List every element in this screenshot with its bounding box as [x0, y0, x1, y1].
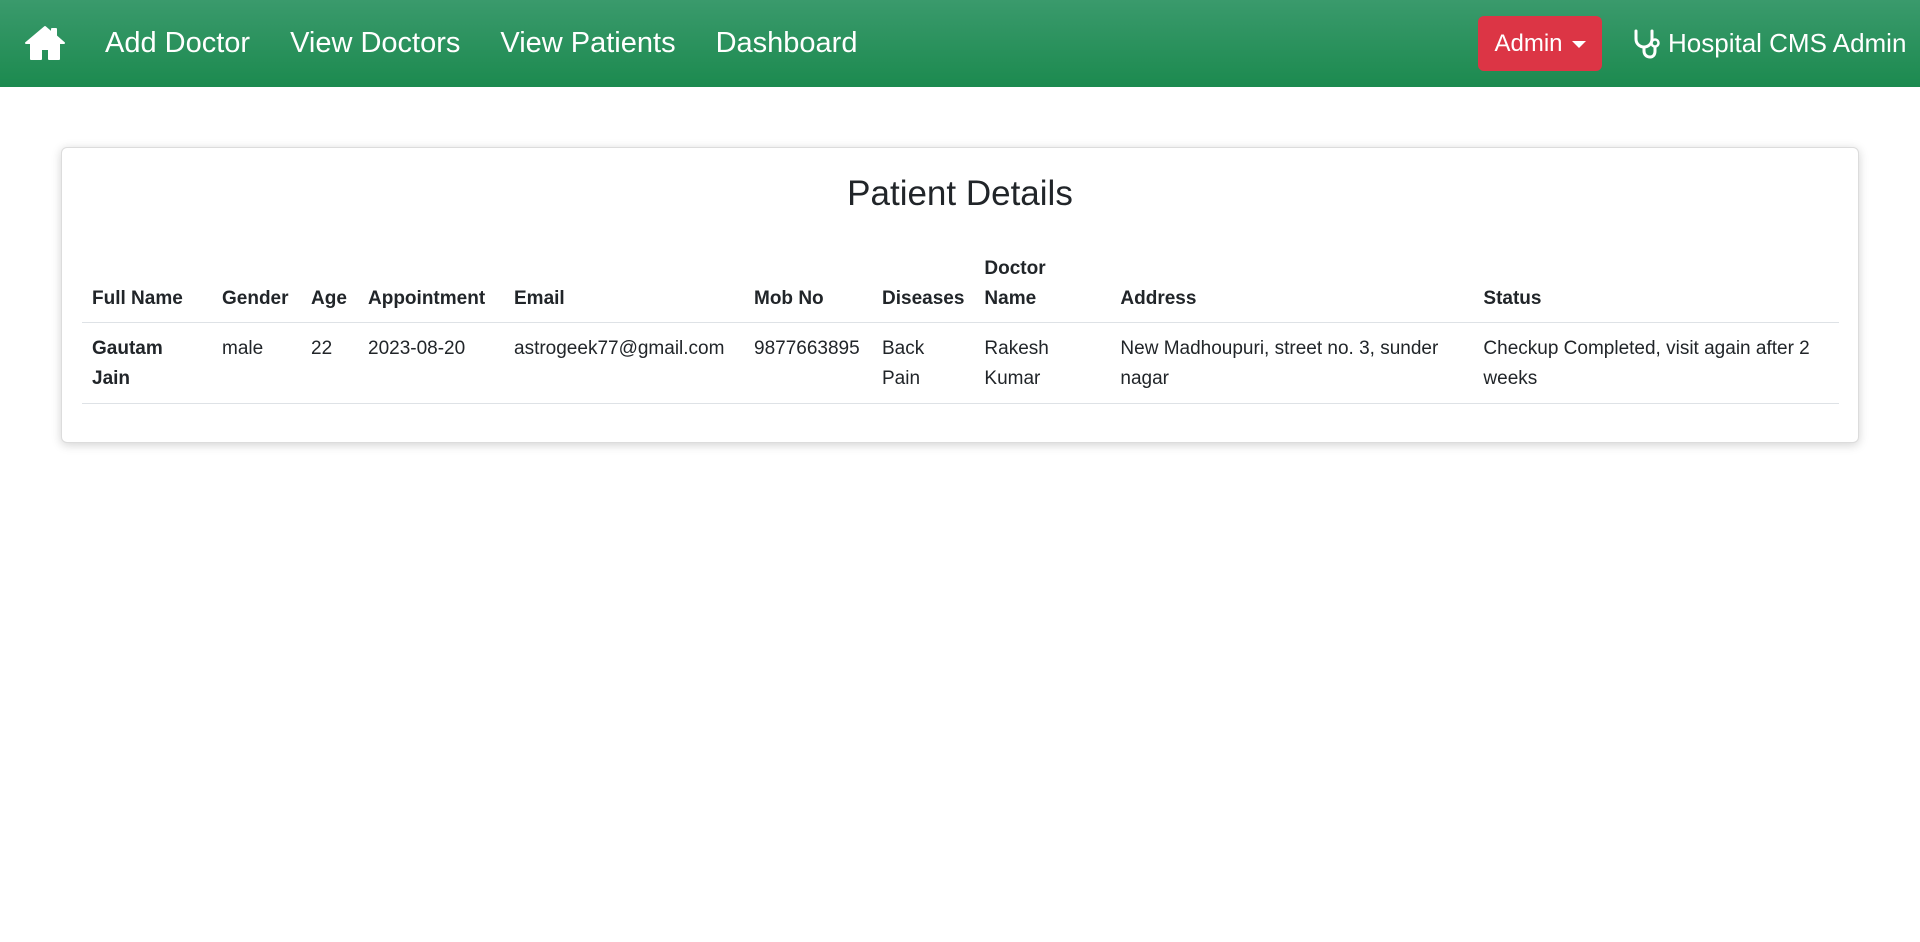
- top-navbar: Add Doctor View Doctors View Patients Da…: [0, 0, 1920, 87]
- admin-dropdown-button[interactable]: Admin: [1478, 16, 1602, 71]
- nav-add-doctor[interactable]: Add Doctor: [105, 27, 250, 60]
- cell-diseases: Back Pain: [872, 322, 975, 404]
- brand-label: Hospital CMS Admin: [1668, 28, 1907, 58]
- brand-link[interactable]: Hospital CMS Admin: [1632, 0, 1906, 87]
- cell-appointment: 2023-08-20: [358, 322, 504, 404]
- cell-status: Checkup Completed, visit again after 2 w…: [1473, 322, 1839, 404]
- header-mob-no: Mob No: [744, 248, 872, 323]
- table-row: Gautam Jain male 22 2023-08-20 astrogeek…: [82, 322, 1839, 404]
- header-diseases: Diseases: [872, 248, 975, 323]
- header-address: Address: [1110, 248, 1474, 323]
- cell-age: 22: [301, 322, 358, 404]
- cell-email: astrogeek77@gmail.com: [504, 322, 744, 404]
- home-button[interactable]: [24, 25, 66, 61]
- header-full-name: Full Name: [82, 248, 212, 323]
- card-title: Patient Details: [847, 174, 1073, 213]
- header-email: Email: [504, 248, 744, 323]
- admin-label: Admin: [1494, 29, 1563, 57]
- cell-mob-no: 9877663895: [744, 322, 872, 404]
- patient-details-card: Patient Details Full Name Gender Age App…: [61, 147, 1859, 443]
- header-gender: Gender: [212, 248, 301, 323]
- cell-full-name: Gautam Jain: [82, 322, 212, 404]
- cell-gender: male: [212, 322, 301, 404]
- header-age: Age: [301, 248, 358, 323]
- patient-table: Full Name Gender Age Appointment Email M…: [82, 248, 1839, 404]
- cell-doctor-name: Rakesh Kumar: [974, 322, 1111, 404]
- nav-view-patients[interactable]: View Patients: [500, 27, 675, 60]
- nav-dashboard[interactable]: Dashboard: [716, 27, 858, 60]
- stethoscope-icon: [1634, 29, 1660, 59]
- nav-links: Add Doctor View Doctors View Patients Da…: [105, 0, 897, 87]
- home-icon: [25, 26, 65, 60]
- table-header-row: Full Name Gender Age Appointment Email M…: [82, 248, 1839, 323]
- nav-view-doctors[interactable]: View Doctors: [290, 27, 460, 60]
- header-appointment: Appointment: [358, 248, 504, 323]
- header-status: Status: [1473, 248, 1839, 323]
- cell-address: New Madhoupuri, street no. 3, sunder nag…: [1110, 322, 1474, 404]
- header-doctor-name: Doctor Name: [974, 248, 1111, 323]
- caret-down-icon: [1571, 41, 1586, 48]
